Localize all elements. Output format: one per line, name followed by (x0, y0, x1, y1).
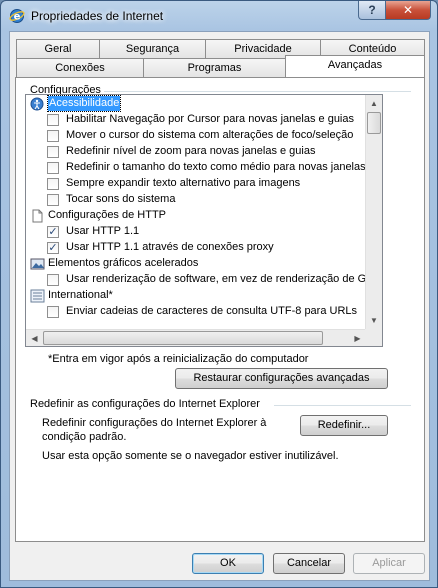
tab-programas[interactable]: Programas (143, 58, 286, 77)
scroll-up-arrow-icon[interactable]: ▲ (366, 95, 382, 112)
reset-button[interactable]: Redefinir... (300, 415, 388, 436)
accessibility-icon (30, 97, 45, 111)
checkbox-label: Redefinir o tamanho do texto como médio … (66, 161, 366, 173)
horizontal-scrollbar[interactable]: ◀ ▶ (26, 329, 366, 346)
checkbox-unchecked[interactable] (47, 162, 59, 174)
hscroll-thumb[interactable] (43, 331, 323, 345)
title-bar[interactable]: e Propriedades de Internet ? ✕ (1, 1, 437, 31)
checkbox-label: Usar HTTP 1.1 através de conexões proxy (66, 241, 274, 253)
group-divider (104, 91, 411, 92)
ok-button[interactable]: OK (192, 553, 264, 574)
checkbox-label: Enviar cadeias de caracteres de consulta… (66, 305, 358, 317)
category-label: International* (48, 289, 113, 301)
window-title: Propriedades de Internet (31, 9, 164, 23)
checkbox-unchecked[interactable] (47, 194, 59, 206)
checkbox-label: Usar HTTP 1.1 (66, 225, 140, 237)
checkbox-label: Habilitar Navegação por Cursor para nova… (66, 113, 354, 125)
checkbox-checked[interactable]: ✓ (47, 226, 59, 238)
checkbox-label: Sempre expandir texto alternativo para i… (66, 177, 301, 189)
scroll-down-arrow-icon[interactable]: ▼ (366, 312, 382, 329)
reset-group-divider (274, 405, 411, 406)
dialog-window: e Propriedades de Internet ? ✕ Geral Seg… (0, 0, 438, 588)
advanced-panel: Configurações Acessibilidade Habilitar Na… (15, 77, 425, 542)
help-button[interactable]: ? (358, 1, 386, 20)
scroll-right-arrow-icon[interactable]: ▶ (349, 330, 366, 346)
cancel-button[interactable]: Cancelar (273, 553, 345, 574)
tab-seguranca[interactable]: Segurança (99, 39, 206, 58)
tab-geral[interactable]: Geral (16, 39, 100, 58)
reset-description-line1: Redefinir configurações do Internet Expl… (42, 417, 267, 429)
scroll-corner (365, 329, 382, 346)
tab-conexoes[interactable]: Conexões (16, 58, 144, 77)
category-label: Elementos gráficos acelerados (48, 257, 199, 269)
checkbox-unchecked[interactable] (47, 130, 59, 142)
scroll-left-arrow-icon[interactable]: ◀ (26, 330, 43, 346)
page-icon (30, 209, 45, 223)
internet-explorer-icon: e (9, 9, 25, 23)
checkbox-label: Usar renderização de software, em vez de… (66, 273, 383, 285)
list-icon (30, 289, 45, 303)
apply-button[interactable]: Aplicar (353, 553, 425, 574)
checkbox-unchecked[interactable] (47, 274, 59, 286)
dialog-client-area: Geral Segurança Privacidade Conteúdo Con… (9, 31, 430, 581)
reset-description-line2: condição padrão. (42, 431, 127, 443)
category-label: Acessibilidade (46, 95, 122, 112)
checkbox-checked[interactable]: ✓ (47, 242, 59, 254)
checkbox-label: Redefinir nível de zoom para novas janel… (66, 145, 316, 157)
restore-advanced-button[interactable]: Restaurar configurações avançadas (175, 368, 388, 389)
checkbox-label: Mover o cursor do sistema com alterações… (66, 129, 354, 141)
reset-note: Usar esta opção somente se o navegador e… (42, 450, 339, 462)
scroll-thumb[interactable] (367, 112, 381, 134)
settings-tree[interactable]: Acessibilidade Habilitar Navegação por Cu… (25, 94, 383, 347)
vertical-scrollbar[interactable]: ▲ ▼ (365, 95, 382, 346)
restart-footnote: *Entra em vigor após a reinicialização d… (48, 353, 309, 365)
checkbox-unchecked[interactable] (47, 114, 59, 126)
reset-group-label: Redefinir as configurações do Internet E… (30, 398, 260, 410)
checkbox-unchecked[interactable] (47, 306, 59, 318)
checkbox-unchecked[interactable] (47, 146, 59, 158)
tab-avancadas[interactable]: Avançadas (285, 55, 425, 77)
checkbox-label: Tocar sons do sistema (66, 193, 176, 205)
close-button[interactable]: ✕ (385, 1, 431, 20)
category-label: Configurações de HTTP (48, 209, 166, 221)
checkbox-unchecked[interactable] (47, 178, 59, 190)
graphics-icon (30, 257, 45, 271)
svg-text:e: e (14, 12, 21, 23)
